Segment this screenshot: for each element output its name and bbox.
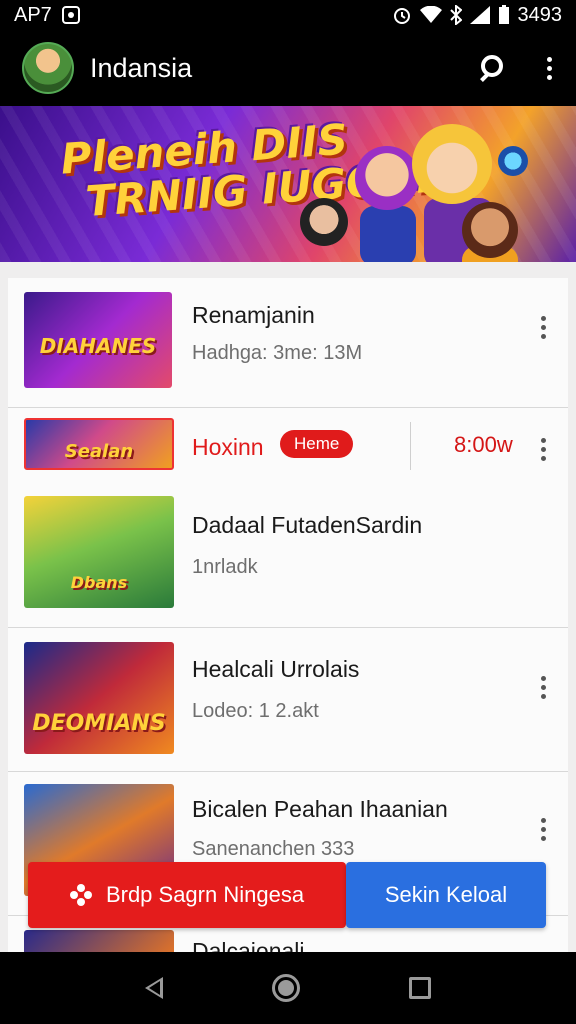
more-vert-icon[interactable] [544, 56, 554, 80]
item-subtitle: Hadhga: 3me: 13M [192, 342, 363, 364]
secondary-action-label: Sekin Keloal [384, 882, 508, 907]
game-list[interactable]: DIAHANES Renamjanin Hadhga: 3me: 13M Sea… [0, 262, 576, 952]
banner-character [412, 124, 492, 204]
item-title: Dalcaionali [192, 938, 305, 952]
app-title: Indansia [90, 52, 193, 83]
flower-icon [69, 884, 92, 906]
home-icon[interactable] [271, 974, 300, 1002]
status-bar: AP7 3493 [0, 0, 576, 30]
item-title: Dadaal FutadenSardin [192, 512, 423, 538]
banner-character [355, 146, 419, 210]
game-thumbnail[interactable] [24, 930, 174, 952]
list-item[interactable]: Sealan Hoxinn Heme 8:00w Dbans Dadaal Fu… [8, 408, 568, 628]
item-more-icon[interactable] [541, 676, 546, 699]
item-title: Renamjanin [192, 302, 315, 328]
item-subtitle: Sanenanchen 333 [192, 838, 355, 860]
item-title: Bicalen Peahan Ihaanian [192, 796, 448, 822]
item-subtitle: Lodeo: 1 2.akt [192, 700, 319, 722]
list-item[interactable]: DEOMIANS Healcali Urrolais Lodeo: 1 2.ak… [8, 628, 568, 772]
item-title: Healcali Urrolais [192, 656, 360, 682]
battery-icon [498, 5, 509, 24]
banner-character [462, 202, 518, 258]
item-time: 8:00w [454, 432, 513, 457]
item-more-icon[interactable] [541, 316, 546, 339]
primary-action-button[interactable]: Brdp Sagrn Ningesa [28, 862, 346, 928]
banner-character [300, 198, 348, 246]
game-thumbnail[interactable]: DIAHANES [24, 292, 172, 388]
alarm-icon [393, 8, 410, 24]
avatar[interactable] [22, 42, 74, 94]
banner-gem [498, 146, 528, 176]
bluetooth-icon [449, 5, 462, 25]
status-badge: Heme [280, 430, 354, 458]
signal-icon [469, 6, 490, 24]
secondary-action-button[interactable]: Sekin Keloal [346, 862, 546, 928]
clock: 3493 [517, 3, 563, 26]
promo-banner[interactable]: Pleneih DIIS TRNIIG IUGOA!! [0, 106, 576, 262]
image-icon [61, 6, 80, 24]
app-bar: Indansia [0, 30, 576, 106]
carrier-label: AP7 [14, 3, 52, 26]
wifi-icon [419, 6, 442, 23]
primary-action-label: Brdp Sagrn Ningesa [105, 882, 305, 907]
recents-icon[interactable] [409, 977, 432, 999]
divider [410, 422, 411, 470]
item-subtitle: 1nrladk [192, 556, 258, 578]
item-title: Hoxinn [192, 434, 264, 460]
navigation-bar [0, 952, 576, 1024]
game-thumbnail[interactable]: Sealan [24, 418, 174, 470]
back-icon[interactable] [144, 977, 163, 999]
search-icon[interactable] [478, 53, 508, 83]
list-item[interactable]: DIAHANES Renamjanin Hadhga: 3me: 13M [8, 278, 568, 408]
game-thumbnail[interactable]: DEOMIANS [24, 642, 174, 754]
item-more-icon[interactable] [541, 818, 546, 841]
item-more-icon[interactable] [541, 438, 546, 461]
game-thumbnail[interactable]: Dbans [24, 496, 174, 608]
